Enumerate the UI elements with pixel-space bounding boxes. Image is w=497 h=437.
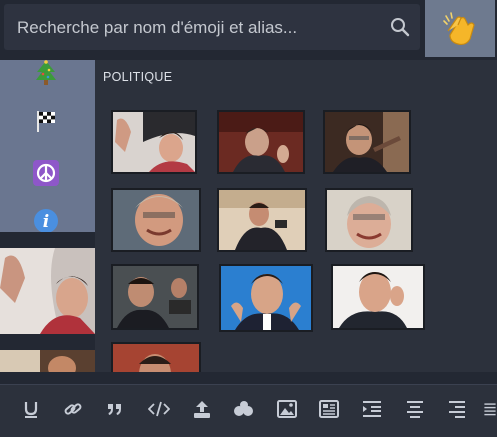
politique-emoji-8[interactable]	[219, 264, 313, 332]
politique-emoji-10[interactable]	[111, 342, 201, 372]
emoji-toggle-button[interactable]	[425, 0, 495, 57]
emoji-button[interactable]	[231, 397, 257, 421]
newspaper-icon	[319, 400, 339, 418]
christmas-tree-icon	[36, 60, 56, 85]
emoji-icon	[234, 401, 253, 416]
politique-emoji-5[interactable]	[217, 188, 307, 252]
information-icon: i	[34, 209, 58, 233]
indent-button[interactable]	[359, 397, 385, 421]
indent-icon	[363, 401, 381, 417]
politique-emoji-4[interactable]	[111, 188, 201, 252]
upload-button[interactable]	[189, 397, 215, 421]
image-icon	[277, 400, 297, 418]
link-button[interactable]	[60, 397, 86, 421]
underline-button[interactable]	[18, 397, 44, 421]
checkered-flag-icon	[37, 111, 55, 132]
more-button[interactable]	[483, 397, 497, 421]
svg-text:i: i	[43, 212, 49, 232]
category-tab-info[interactable]: i	[33, 208, 59, 234]
image-button[interactable]	[274, 397, 300, 421]
underline-icon	[24, 402, 38, 418]
align-right-icon	[449, 401, 465, 418]
politique-emoji-1[interactable]	[111, 110, 197, 174]
toolbar-separator	[0, 372, 497, 384]
politique-emoji-6[interactable]	[325, 188, 413, 252]
editor-toolbar	[0, 384, 497, 437]
category-title: POLITIQUE	[103, 70, 173, 84]
emoji-search-field[interactable]: Recherche par nom d'émoji et alias...	[4, 4, 420, 50]
politique-emoji-9[interactable]	[331, 264, 425, 330]
category-tab-flags[interactable]	[33, 108, 59, 134]
peace-symbol-icon	[33, 160, 59, 186]
emoji-search-placeholder: Recherche par nom d'émoji et alias...	[17, 18, 298, 37]
politique-emoji-3[interactable]	[323, 110, 411, 174]
emoji-picker-header: Recherche par nom d'émoji et alias...	[0, 0, 497, 60]
quote-button[interactable]	[102, 397, 128, 421]
link-icon	[64, 403, 82, 415]
emoji-preview-strip	[0, 232, 95, 372]
article-button[interactable]	[316, 397, 342, 421]
code-button[interactable]	[146, 397, 172, 421]
align-center-icon	[407, 401, 423, 418]
strip-emoji-1[interactable]	[0, 248, 95, 334]
more-icon	[484, 403, 496, 416]
emoji-category-sidebar: i	[0, 60, 95, 234]
search-icon[interactable]	[390, 17, 410, 37]
category-tab-christmas[interactable]	[33, 60, 59, 86]
quote-icon	[108, 404, 121, 415]
upload-icon	[194, 401, 210, 418]
align-center-button[interactable]	[402, 397, 428, 421]
politique-emoji-7[interactable]	[111, 264, 199, 330]
emoji-category-panel: POLITIQUE	[95, 60, 497, 372]
strip-emoji-2[interactable]	[0, 350, 95, 372]
align-right-button[interactable]	[444, 397, 470, 421]
clapping-hands-icon	[443, 11, 475, 45]
politique-emoji-2[interactable]	[217, 110, 305, 174]
category-tab-symbols[interactable]	[33, 160, 59, 186]
code-icon	[148, 401, 170, 417]
